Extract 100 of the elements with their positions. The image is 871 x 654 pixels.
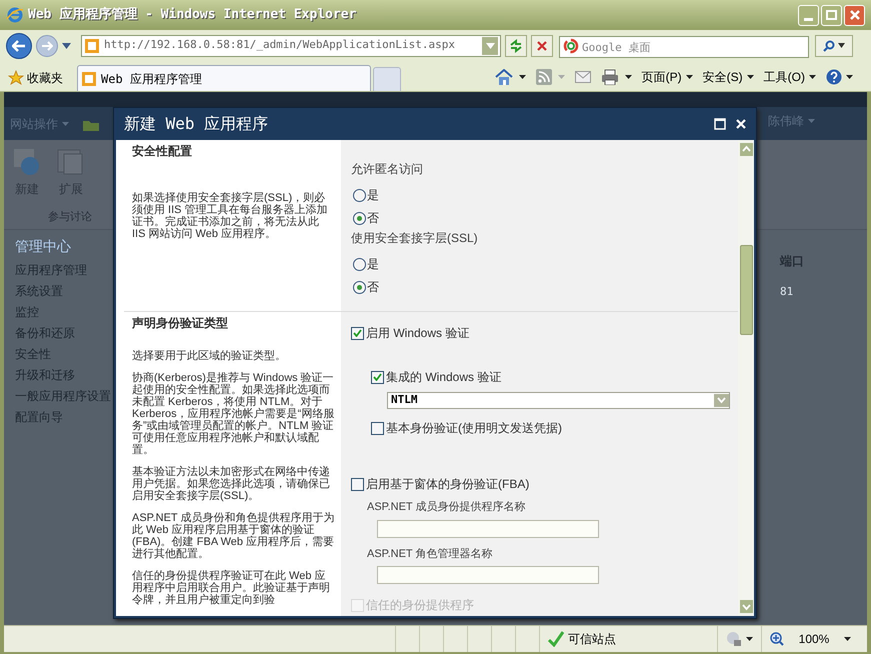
menu-button[interactable]: 安全(S)	[702, 68, 754, 86]
scroll-thumb[interactable]	[740, 245, 752, 335]
stop-button[interactable]	[531, 34, 553, 56]
url-text: http://192.168.0.58:81/_admin/WebApplicationList.aspx	[104, 37, 456, 54]
caret-icon	[686, 75, 693, 79]
section-heading: 安全性配置	[132, 143, 193, 160]
checkmark-icon	[548, 631, 564, 647]
envelope-icon	[574, 71, 591, 83]
dialog-title: 新建 Web 应用程序	[124, 113, 270, 135]
scroll-down-icon	[740, 600, 752, 613]
caret-icon	[746, 75, 754, 79]
table-cell-text: 81	[780, 284, 794, 300]
close-icon	[736, 119, 746, 129]
radio-label: 否	[367, 279, 379, 296]
dropdown-caret-icon	[714, 394, 729, 407]
caret-icon	[838, 43, 845, 48]
zoom-icon	[770, 632, 784, 646]
close-icon	[850, 10, 860, 20]
radio-label: 是	[367, 187, 379, 204]
window-title: Web 应用程序管理 - Windows Internet Explorer	[28, 6, 358, 24]
text-field[interactable]	[377, 520, 599, 538]
checkbox-label: 启用 Windows 验证	[366, 326, 470, 340]
description-text: 协商(Kerberos)是推荐与 Windows 验证一起使用的安全性配置。如果选择此选项而未配置 Kerberos，将使用 NTLM。对于 Kerberos，应用程序池帐户需要是“网络服务”或由域管理员配置的帐户。NTLM 验证可使用任意应用程序池帐户和默认域配置。	[132, 372, 335, 456]
forward-button[interactable]	[36, 34, 58, 56]
radio-label: 否	[367, 210, 379, 227]
checkbox-label: 集成的 Windows 验证	[386, 370, 502, 384]
field-label: ASP.NET 角色管理器名称	[367, 546, 494, 562]
select-field[interactable]: NTLM	[387, 392, 730, 409]
help-button[interactable]	[826, 69, 853, 85]
field-label: ASP.NET 成员身份提供程序名称	[367, 500, 527, 515]
close-icon	[536, 40, 548, 52]
caret-icon	[746, 637, 753, 641]
caret-icon	[486, 42, 494, 48]
caret-icon	[62, 122, 69, 126]
maximize-icon	[714, 118, 726, 130]
checkmark-icon	[353, 329, 362, 337]
dropdown-caret-icon[interactable]	[62, 42, 71, 48]
field-label: 使用安全套接字层(SSL)	[351, 230, 479, 247]
search-icon	[823, 40, 835, 52]
home-icon	[494, 69, 513, 85]
checkbox[interactable]	[371, 422, 384, 434]
caret-icon	[846, 75, 853, 79]
checkbox[interactable]	[351, 478, 364, 490]
search-field[interactable]: Google 桌面	[559, 36, 809, 58]
maximize-icon	[826, 10, 837, 20]
description-text: ASP.NET 成员身份和角色提供程序用于为此 Web 应用程序启用基于窗体的验证(FBA)。创建 FBA Web 应用程序后，需要进行其他配置。	[132, 512, 335, 560]
nav-link[interactable]: 升级和迁移	[15, 366, 112, 384]
nav-link[interactable]: 备份和还原	[15, 324, 112, 342]
nav-link[interactable]: 系统设置	[15, 282, 112, 300]
globe-page-icon	[12, 148, 42, 176]
radio-button[interactable]	[353, 280, 366, 294]
security-zone-text: 可信站点	[568, 631, 616, 648]
globe-lock-icon	[726, 631, 742, 647]
description-text: 选择要用于此区域的验证类型。	[132, 350, 287, 362]
caret-icon	[518, 75, 526, 79]
field-label: 允许匿名访问	[351, 161, 424, 178]
star-icon	[8, 70, 24, 86]
back-button[interactable]	[6, 32, 32, 58]
nav-link[interactable]: 应用程序管理	[15, 261, 112, 279]
favorites-button[interactable]: 收藏夹	[8, 65, 63, 91]
scrollbar[interactable]	[738, 140, 754, 616]
forward-arrow-icon	[41, 40, 53, 50]
google-logo-icon	[563, 38, 579, 54]
page-icon	[84, 38, 100, 54]
search-button[interactable]	[815, 34, 853, 56]
checkbox[interactable]	[371, 370, 384, 384]
menu-button[interactable]: 工具(O)	[764, 68, 816, 86]
checkbox-label: 基本身份验证(使用明文发送凭据)	[386, 421, 562, 435]
nav-link[interactable]: 管理中心	[15, 236, 112, 257]
section-heading: 声明身份验证类型	[132, 315, 229, 332]
help-icon	[826, 69, 842, 85]
minimize-icon	[804, 18, 813, 20]
maximize-button[interactable]	[714, 117, 728, 131]
checkmark-icon	[373, 373, 382, 381]
refresh-button[interactable]	[505, 34, 527, 56]
checkbox[interactable]	[351, 326, 364, 340]
browser-tab[interactable]: Web 应用程序管理	[77, 65, 371, 91]
checkbox-label: 信任的身份提供程序	[366, 598, 474, 612]
zoom-button[interactable]: 100%	[761, 626, 851, 652]
radio-label: 是	[367, 256, 379, 273]
caret-icon	[809, 75, 816, 79]
text-field[interactable]	[377, 566, 599, 584]
radio-button[interactable]	[353, 258, 366, 270]
nav-link[interactable]: 监控	[15, 303, 112, 321]
nav-link[interactable]: 安全性	[15, 345, 112, 363]
page-icon	[81, 70, 97, 86]
radio-button[interactable]	[353, 188, 366, 202]
home-button[interactable]	[494, 69, 526, 85]
refresh-arrows-icon	[509, 38, 523, 52]
back-arrow-icon	[12, 40, 26, 52]
address-field[interactable]: http://192.168.0.58:81/_admin/WebApplicationList.aspx	[81, 34, 501, 56]
caret-icon	[844, 637, 851, 641]
description-text: 如果选择使用安全套接字层(SSL)，则必须使用 IIS 管理工具在每台服务器上添加证书。完成证书添加之前，将无法从此 IIS 网站访问 Web 应用程序。	[132, 192, 329, 240]
nav-link[interactable]: 配置向导	[15, 408, 112, 426]
print-button[interactable]	[600, 69, 632, 85]
caret-icon	[624, 75, 632, 79]
nav-link[interactable]: 一般应用程序设置	[15, 387, 112, 405]
close-button[interactable]	[736, 117, 748, 131]
radio-button[interactable]	[353, 212, 366, 224]
menu-button[interactable]: 页面(P)	[642, 68, 693, 86]
